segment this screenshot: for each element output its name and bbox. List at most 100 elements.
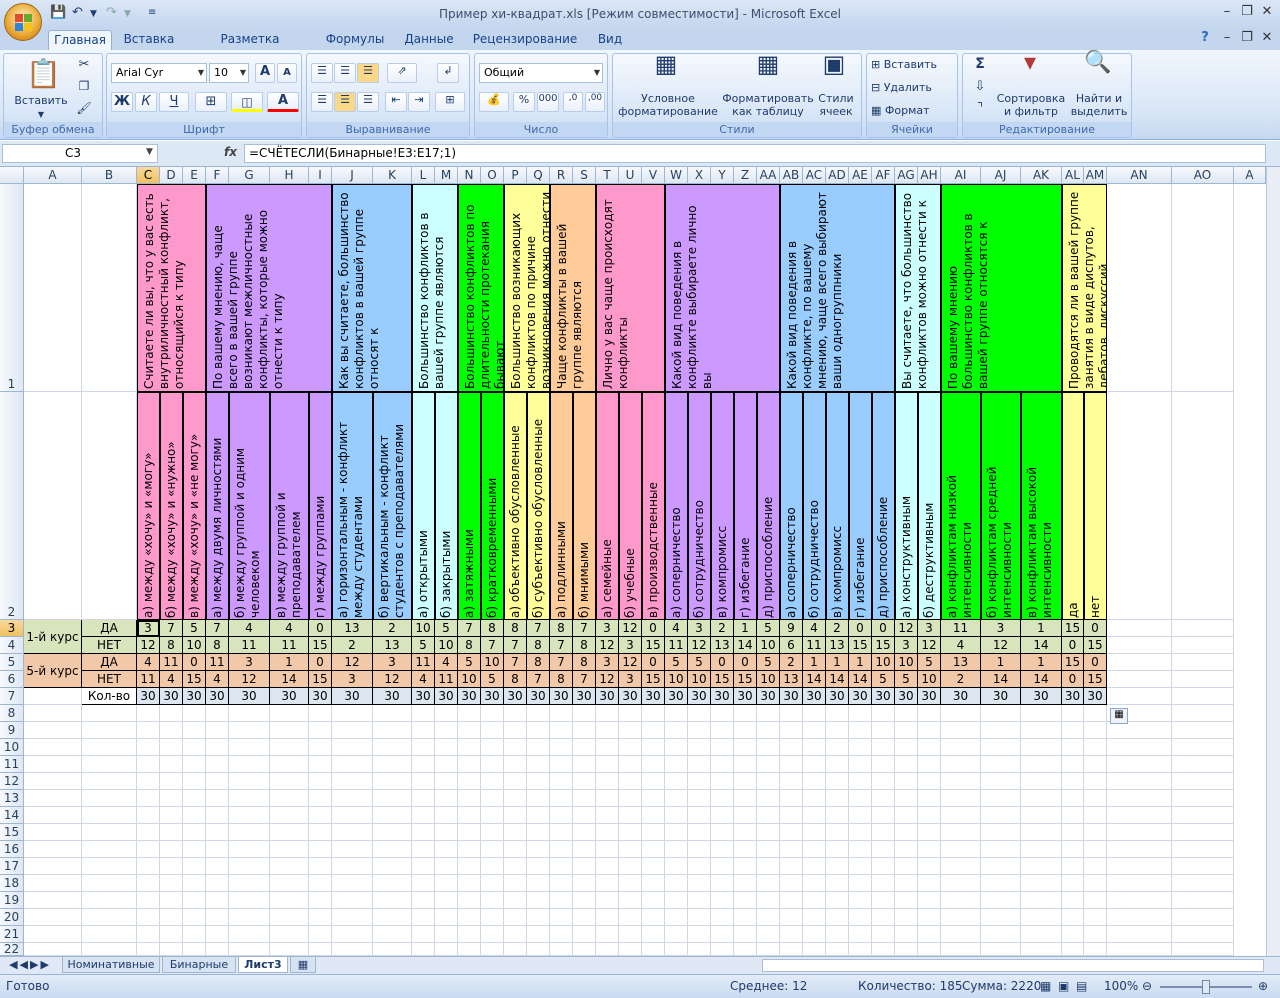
grid-cell[interactable] — [780, 892, 803, 909]
grid-cell[interactable] — [981, 756, 1021, 773]
grid-cell[interactable] — [872, 739, 895, 756]
data-cell[interactable]: 9 — [780, 620, 803, 637]
grid-cell[interactable] — [1172, 773, 1234, 790]
grid-cell[interactable] — [137, 909, 160, 926]
grid-cell[interactable] — [665, 705, 688, 722]
column-header[interactable]: AL — [1062, 167, 1084, 184]
grid-cell[interactable] — [206, 807, 229, 824]
grid-cell[interactable] — [527, 705, 550, 722]
grid-cell[interactable] — [373, 705, 412, 722]
grid-cell[interactable] — [619, 875, 642, 892]
data-cell[interactable]: 14 — [826, 671, 849, 688]
grid-cell[interactable] — [332, 858, 373, 875]
data-cell[interactable]: 11 — [270, 637, 309, 654]
select-all-corner[interactable] — [0, 167, 24, 184]
grid-cell[interactable] — [596, 739, 619, 756]
data-cell[interactable]: 12 — [619, 654, 642, 671]
grid-cell[interactable] — [458, 773, 481, 790]
restore-icon[interactable]: ❐ — [1238, 4, 1256, 20]
grid-cell[interactable] — [137, 892, 160, 909]
data-cell[interactable]: 4 — [270, 620, 309, 637]
grid-cell[interactable] — [1084, 926, 1107, 943]
grid-cell[interactable] — [309, 943, 332, 956]
grid-cell[interactable] — [619, 841, 642, 858]
grid-cell[interactable] — [642, 739, 665, 756]
grid-cell[interactable] — [1062, 824, 1084, 841]
grid-cell[interactable] — [504, 739, 527, 756]
grid-cell[interactable] — [981, 909, 1021, 926]
grid-cell[interactable] — [504, 841, 527, 858]
grid-cell[interactable] — [642, 705, 665, 722]
data-cell[interactable]: 3 — [688, 620, 711, 637]
grid-cell[interactable] — [550, 824, 573, 841]
grid-cell[interactable] — [309, 705, 332, 722]
data-cell[interactable]: 13 — [373, 637, 412, 654]
data-cell[interactable]: 8 — [504, 671, 527, 688]
data-cell[interactable]: 30 — [504, 688, 527, 705]
data-cell[interactable]: 30 — [757, 688, 780, 705]
data-cell[interactable]: 12 — [373, 671, 412, 688]
data-cell[interactable]: 15 — [872, 637, 895, 654]
conditional-formatting-icon[interactable]: ▦ — [651, 52, 681, 88]
column-header[interactable]: G — [229, 167, 270, 184]
grid-cell[interactable] — [688, 705, 711, 722]
grid-cell[interactable] — [160, 705, 183, 722]
grid-cell[interactable] — [872, 841, 895, 858]
grid-cell[interactable] — [373, 739, 412, 756]
cell-styles-icon[interactable]: ▣ — [819, 52, 849, 88]
grid-cell[interactable] — [458, 756, 481, 773]
data-cell[interactable]: 12 — [137, 637, 160, 654]
grid-cell[interactable] — [849, 875, 872, 892]
align-top-icon[interactable]: ☰ — [311, 63, 333, 83]
column-header[interactable]: Q — [527, 167, 550, 184]
grid-cell[interactable] — [895, 943, 918, 956]
help-icon[interactable]: ? — [1196, 30, 1214, 46]
grid-cell[interactable] — [757, 807, 780, 824]
italic-icon[interactable]: К — [135, 92, 157, 112]
grid-cell[interactable] — [435, 892, 458, 909]
data-cell[interactable]: 3 — [596, 654, 619, 671]
grid-cell[interactable] — [757, 824, 780, 841]
grid-cell[interactable] — [596, 722, 619, 739]
tab-formulas[interactable]: Формулы — [322, 30, 388, 50]
grid-cell[interactable] — [1172, 739, 1234, 756]
grid-cell[interactable] — [1172, 790, 1234, 807]
grid-cell[interactable] — [734, 807, 757, 824]
data-cell[interactable]: 14 — [849, 671, 872, 688]
grid-cell[interactable] — [711, 824, 734, 841]
data-cell[interactable]: 30 — [527, 688, 550, 705]
grid-cell[interactable] — [941, 875, 981, 892]
grid-cell[interactable] — [412, 773, 435, 790]
grid-cell[interactable] — [24, 943, 82, 956]
grid-cell[interactable] — [24, 739, 82, 756]
grid-cell[interactable] — [780, 841, 803, 858]
grid-cell[interactable] — [435, 773, 458, 790]
row-header[interactable]: 14 — [0, 807, 24, 824]
data-cell[interactable]: 8 — [550, 620, 573, 637]
grid-cell[interactable] — [82, 392, 137, 620]
data-cell[interactable]: 30 — [918, 688, 941, 705]
grid-cell[interactable] — [309, 926, 332, 943]
redo-dropdown-icon[interactable]: ▼ — [124, 9, 131, 27]
grid-cell[interactable] — [734, 739, 757, 756]
grid-cell[interactable] — [183, 790, 206, 807]
grid-cell[interactable] — [1021, 722, 1062, 739]
row-header[interactable]: 5 — [0, 654, 24, 671]
row-header[interactable]: 20 — [0, 909, 24, 926]
grid-cell[interactable] — [550, 875, 573, 892]
data-cell[interactable]: 11 — [412, 654, 435, 671]
grid-cell[interactable] — [665, 892, 688, 909]
doc-close-icon[interactable]: ✕ — [1258, 30, 1276, 46]
data-cell[interactable]: 4 — [137, 654, 160, 671]
grid-cell[interactable] — [941, 705, 981, 722]
grid-cell[interactable] — [803, 722, 826, 739]
grid-cell[interactable] — [1107, 392, 1172, 620]
data-cell[interactable]: 15 — [734, 671, 757, 688]
vertical-scrollbar[interactable] — [1266, 167, 1280, 956]
grid-cell[interactable] — [665, 722, 688, 739]
data-cell[interactable]: 13 — [711, 637, 734, 654]
grid-cell[interactable] — [573, 824, 596, 841]
grid-cell[interactable] — [412, 858, 435, 875]
grid-cell[interactable] — [711, 875, 734, 892]
grid-cell[interactable] — [642, 756, 665, 773]
